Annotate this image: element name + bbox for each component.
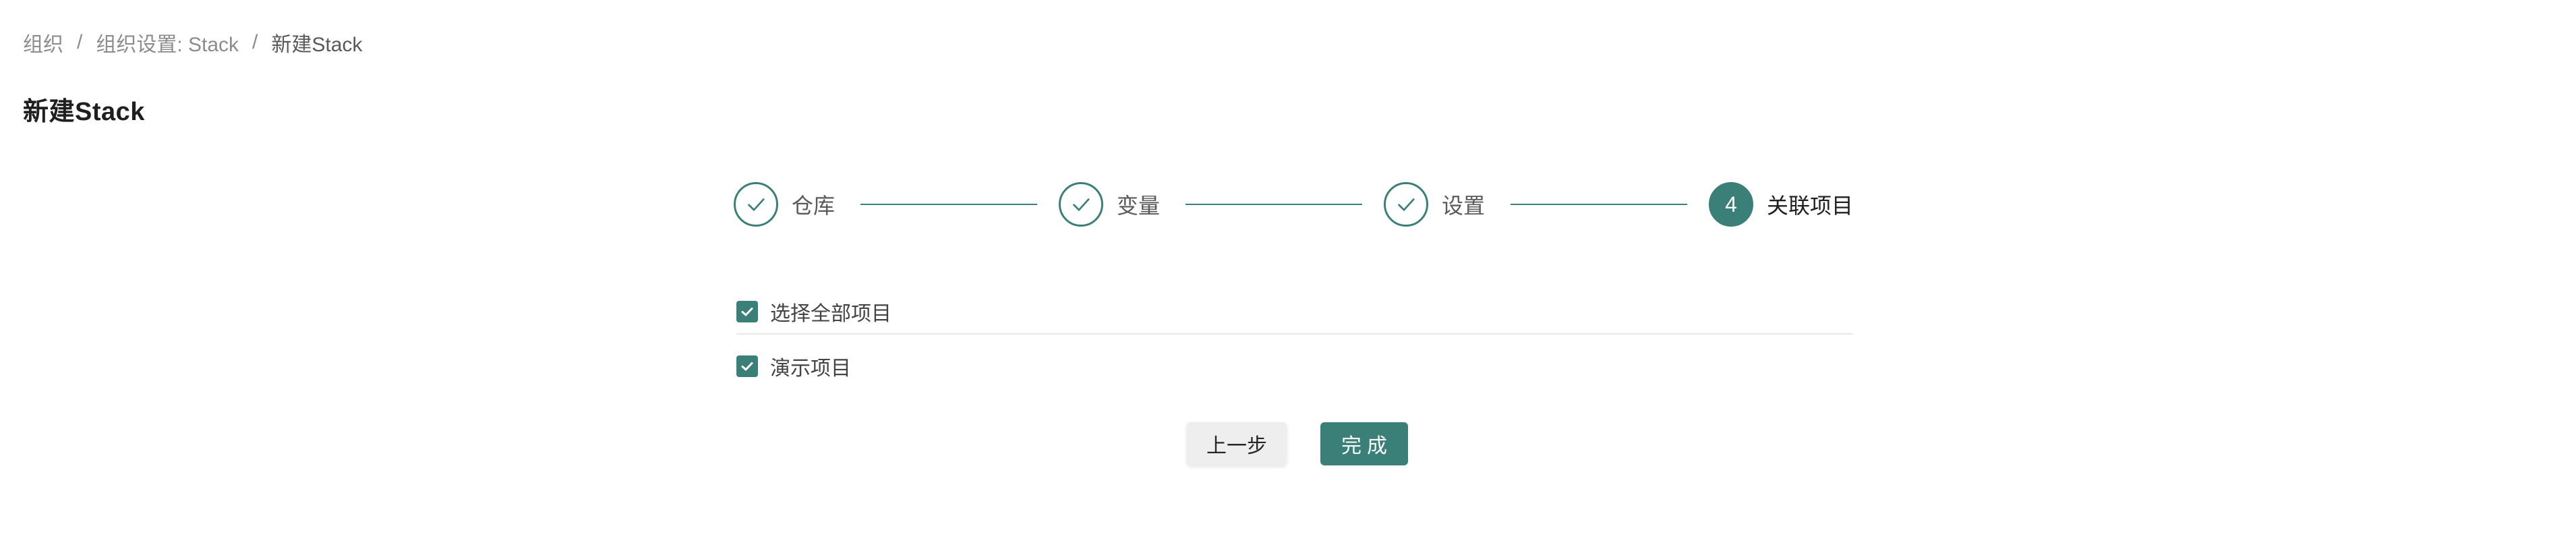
breadcrumb-item-new-stack: 新建Stack: [271, 34, 363, 56]
page-title: 新建Stack: [23, 98, 145, 126]
select-all-projects-checkbox[interactable]: 选择全部项目: [736, 290, 1853, 335]
breadcrumb-item-org-settings-stack[interactable]: 组织设置: Stack: [96, 28, 239, 57]
step-settings[interactable]: 设置: [1384, 182, 1709, 227]
step-connector: [1185, 204, 1362, 205]
step-link-projects: 4 关联项目: [1709, 182, 1853, 227]
project-checkbox-list: 选择全部项目 演示项目: [736, 290, 1853, 389]
step-number-badge: 4: [1709, 182, 1753, 227]
step-check-icon: [1384, 182, 1428, 227]
step-check-icon: [1059, 182, 1103, 227]
breadcrumb-separator: /: [77, 31, 83, 53]
step-label: 仓库: [792, 194, 836, 218]
select-all-label: 选择全部项目: [770, 303, 891, 325]
breadcrumb-separator: /: [252, 31, 258, 53]
steps-progress: 仓库 变量 设置 4 关联项目: [734, 182, 1853, 227]
breadcrumb: 组织 / 组织设置: Stack / 新建Stack: [23, 26, 362, 59]
step-check-icon: [734, 182, 778, 227]
step-connector: [1511, 204, 1687, 205]
step-connector: [860, 204, 1037, 205]
checkbox-checked-icon[interactable]: [736, 355, 758, 377]
step-variables[interactable]: 变量: [1059, 182, 1384, 227]
breadcrumb-item-organization[interactable]: 组织: [23, 28, 63, 57]
finish-button[interactable]: 完成: [1320, 422, 1408, 465]
form-actions: 上一步 完成: [1187, 422, 1408, 465]
step-label: 关联项目: [1767, 194, 1854, 218]
project-checkbox-demo[interactable]: 演示项目: [736, 344, 1853, 389]
checkbox-checked-icon[interactable]: [736, 301, 758, 322]
project-label: 演示项目: [770, 357, 851, 380]
step-repository[interactable]: 仓库: [734, 182, 1059, 227]
previous-step-button[interactable]: 上一步: [1187, 422, 1287, 465]
step-label: 变量: [1117, 194, 1161, 218]
step-label: 设置: [1442, 194, 1486, 218]
